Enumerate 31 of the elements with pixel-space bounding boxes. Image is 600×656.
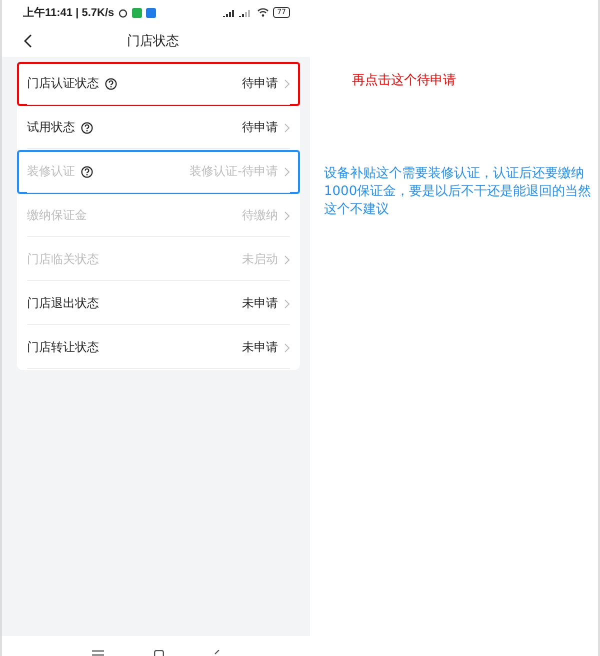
- annotation-text: 再点击这个待申请: [351, 72, 457, 90]
- row-value[interactable]: 待申请: [242, 119, 278, 136]
- row-label: 门店临关状态: [27, 251, 99, 268]
- chevron-icon: [284, 166, 290, 176]
- chevron-icon: [284, 122, 290, 132]
- help-icon[interactable]: [105, 78, 117, 90]
- list-row[interactable]: 试用状态 待申请: [27, 108, 290, 148]
- row-value[interactable]: 未申请: [242, 339, 278, 356]
- row-label: 门店认证状态: [27, 75, 99, 92]
- page-title: 门店状态: [126, 33, 180, 50]
- row-label: 装修认证: [27, 163, 75, 180]
- row-label: 缴纳保证金: [27, 207, 87, 224]
- menu-icon[interactable]: [92, 650, 104, 656]
- list-row[interactable]: 门店认证状态 待申请: [27, 64, 290, 104]
- list-row[interactable]: 门店退出状态 未申请: [27, 284, 290, 324]
- status-time: 上午11:41 | 5.7K/s: [23, 6, 114, 20]
- chevron-icon: [284, 342, 290, 352]
- chevron-icon: [284, 254, 290, 264]
- list-row[interactable]: 门店转让状态 未申请: [27, 328, 290, 368]
- row-label: 门店退出状态: [27, 295, 99, 312]
- home-icon[interactable]: [154, 650, 164, 656]
- wifi-icon: [257, 8, 270, 17]
- chevron-icon: [284, 210, 290, 220]
- row-label: 门店转让状态: [27, 339, 99, 356]
- row-label: 试用状态: [27, 119, 75, 136]
- row-value[interactable]: 待申请: [242, 75, 278, 92]
- annotation-text: 设备补贴这个需要装修认证，认证后还要缴纳1000保证金，要是以后不干还是能退回的当然这个不建议: [323, 165, 592, 219]
- chevron-icon: [284, 298, 290, 308]
- chevron-icon: [284, 78, 290, 88]
- row-value[interactable]: 未申请: [242, 295, 278, 312]
- help-icon[interactable]: [81, 122, 93, 134]
